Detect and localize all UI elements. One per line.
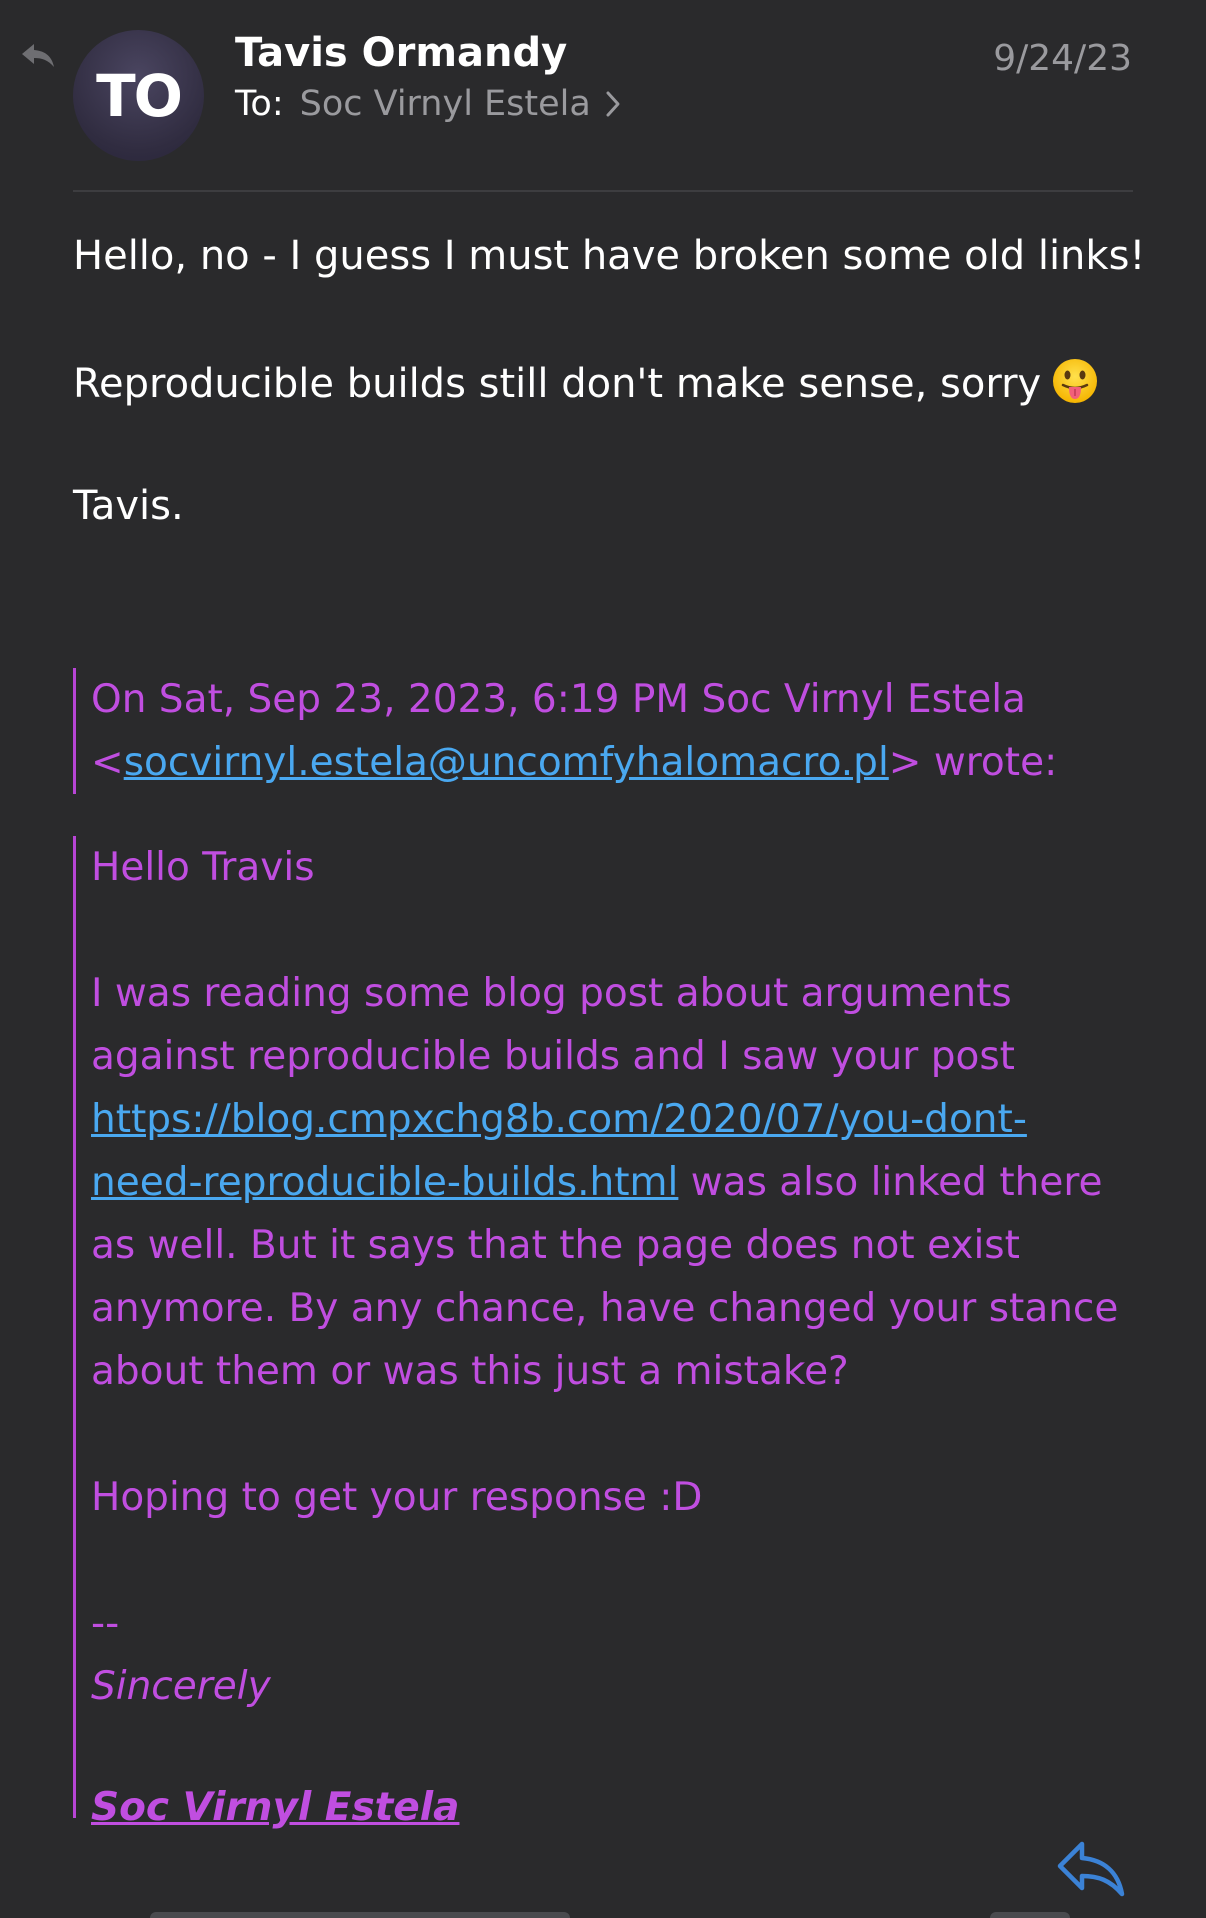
quote-attribution: On Sat, Sep 23, 2023, 6:19 PM Soc Virnyl…: [73, 668, 1057, 794]
face-with-tongue-icon: [1053, 359, 1098, 403]
blog-post-link[interactable]: https://blog.cmpxchg8b.com/2020/07/you-d…: [91, 1097, 1027, 1142]
quote-greeting: Hello Travis: [91, 845, 315, 890]
replied-indicator-icon: [22, 44, 54, 67]
quote-p1-line-3: https://blog.cmpxchg8b.com/2020/07/you-d…: [91, 1088, 1118, 1151]
sender-email-link[interactable]: socvirnyl.estela@uncomfyhalomacro.pl: [124, 740, 889, 785]
sender-name[interactable]: Tavis Ormandy: [235, 30, 567, 76]
blog-post-link-cont[interactable]: need-reproducible-builds.html: [91, 1160, 678, 1205]
message-line-2-text: Reproducible builds still don't make sen…: [73, 361, 1042, 407]
message-signoff: Tavis.: [73, 483, 184, 529]
wrote-text: > wrote:: [888, 740, 1058, 785]
signature-sincerely: Sincerely: [91, 1664, 271, 1709]
quote-p1-line-2: against reproducible builds and I saw yo…: [91, 1034, 1015, 1079]
quoted-message: Hello Travis I was reading some blog pos…: [73, 836, 1119, 1830]
signature-name-row: Soc Virnyl Estela: [91, 1776, 1118, 1839]
quote-attribution-line-1: On Sat, Sep 23, 2023, 6:19 PM Soc Virnyl…: [91, 677, 1026, 722]
quote-p1-line-4-rest: was also linked there: [678, 1160, 1103, 1205]
quote-p2: Hoping to get your response :D: [91, 1475, 703, 1520]
quote-attribution-line-2: <socvirnyl.estela@uncomfyhalomacro.pl> w…: [91, 731, 1057, 794]
lt-bracket: <: [91, 740, 124, 785]
avatar-initials: TO: [96, 61, 183, 130]
header-divider: [73, 190, 1133, 192]
chevron-right-icon[interactable]: [605, 90, 621, 118]
message-line-2: Reproducible builds still don't make sen…: [73, 357, 1133, 407]
recipient-name[interactable]: Soc Virnyl Estela: [300, 84, 591, 124]
signature-name-link[interactable]: Soc Virnyl Estela: [91, 1785, 459, 1830]
bottom-toolbar-edge-left: [150, 1912, 570, 1918]
quote-p1-line-4: need-reproducible-builds.html was also l…: [91, 1151, 1118, 1214]
message-line-1: Hello, no - I guess I must have broken s…: [73, 233, 1146, 279]
quote-p1-line-1: I was reading some blog post about argum…: [91, 971, 1012, 1016]
bottom-toolbar-edge-right: [990, 1912, 1070, 1918]
to-label: To:: [235, 84, 284, 124]
quote-p1-line-5: as well. But it says that the page does …: [91, 1223, 1020, 1268]
signature-dashes: --: [91, 1601, 120, 1646]
message-date: 9/24/23: [993, 38, 1132, 79]
sender-avatar[interactable]: TO: [73, 30, 204, 161]
recipients-row[interactable]: To: Soc Virnyl Estela: [235, 84, 621, 124]
quote-p1-line-6: anymore. By any chance, have changed you…: [91, 1286, 1119, 1331]
quote-p1-line-7: about them or was this just a mistake?: [91, 1349, 849, 1394]
reply-icon[interactable]: [1056, 1838, 1126, 1898]
